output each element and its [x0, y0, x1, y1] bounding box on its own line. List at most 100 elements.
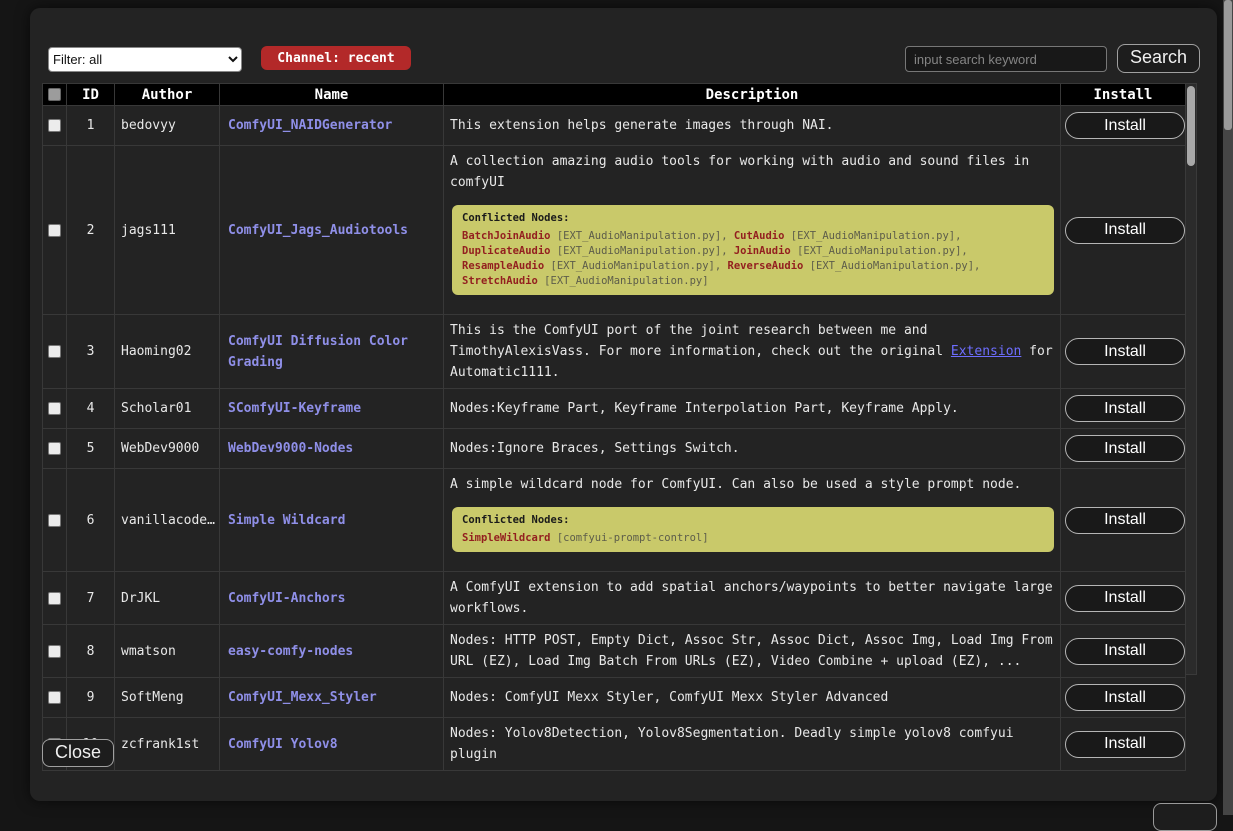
- install-button[interactable]: Install: [1065, 731, 1185, 758]
- description-link[interactable]: Extension: [951, 344, 1021, 359]
- install-button[interactable]: Install: [1065, 684, 1185, 711]
- row-install-cell: Install: [1061, 429, 1186, 469]
- column-header-author: Author: [115, 84, 220, 106]
- row-id: 4: [67, 389, 115, 429]
- browser-scrollbar[interactable]: [1223, 0, 1233, 815]
- row-checkbox[interactable]: [48, 402, 61, 415]
- install-button[interactable]: Install: [1065, 338, 1185, 365]
- row-checkbox[interactable]: [48, 224, 61, 237]
- row-author: WebDev9000: [115, 429, 220, 469]
- description-text: Nodes: Yolov8Detection, Yolov8Segmentati…: [450, 723, 1058, 765]
- conflict-node-source: [EXT_AudioManipulation.py],: [803, 260, 980, 272]
- filter-select[interactable]: Filter: all: [48, 47, 242, 72]
- row-name-cell: Simple Wildcard: [220, 469, 444, 572]
- row-install-cell: Install: [1061, 625, 1186, 678]
- channel-badge: Channel: recent: [261, 46, 411, 70]
- conflict-node-source: [EXT_AudioManipulation.py],: [551, 245, 734, 257]
- table-row: 8wmatsoneasy-comfy-nodesNodes: HTTP POST…: [43, 625, 1186, 678]
- row-id: 1: [67, 106, 115, 146]
- row-description: Nodes:Ignore Braces, Settings Switch.: [444, 429, 1061, 469]
- install-button[interactable]: Install: [1065, 507, 1185, 534]
- node-name-link[interactable]: ComfyUI_NAIDGenerator: [228, 118, 392, 133]
- description-text: This is the ComfyUI port of the joint re…: [450, 320, 1058, 383]
- conflict-node-name: BatchJoinAudio: [462, 230, 551, 242]
- close-button[interactable]: Close: [42, 739, 114, 767]
- row-id: 6: [67, 469, 115, 572]
- description-text: A simple wildcard node for ComfyUI. Can …: [450, 474, 1058, 495]
- row-checkbox-cell: [43, 315, 67, 389]
- install-custom-nodes-dialog: Filter: all Channel: recent Search ID Au…: [30, 8, 1217, 801]
- row-checkbox[interactable]: [48, 645, 61, 658]
- row-checkbox[interactable]: [48, 345, 61, 358]
- search-button[interactable]: Search: [1117, 44, 1200, 73]
- install-button[interactable]: Install: [1065, 638, 1185, 665]
- node-name-link[interactable]: ComfyUI Yolov8: [228, 737, 338, 752]
- install-button[interactable]: Install: [1065, 395, 1185, 422]
- node-name-link[interactable]: WebDev9000-Nodes: [228, 441, 353, 456]
- select-all-checkbox[interactable]: [48, 88, 61, 101]
- install-button[interactable]: Install: [1065, 112, 1185, 139]
- table-row: 10zcfrank1stComfyUI Yolov8Nodes: Yolov8D…: [43, 718, 1186, 771]
- description-text: A collection amazing audio tools for wor…: [450, 151, 1058, 193]
- browser-scrollbar-thumb[interactable]: [1224, 0, 1232, 130]
- table-row: 5WebDev9000WebDev9000-NodesNodes:Ignore …: [43, 429, 1186, 469]
- node-name-link[interactable]: ComfyUI_Mexx_Styler: [228, 690, 377, 705]
- row-id: 9: [67, 678, 115, 718]
- column-header-install: Install: [1061, 84, 1186, 106]
- conflict-node-source: [comfyui-prompt-control]: [551, 532, 709, 544]
- node-name-link[interactable]: easy-comfy-nodes: [228, 644, 353, 659]
- conflict-title: Conflicted Nodes:: [462, 513, 1044, 528]
- table-scrollbar[interactable]: [1185, 83, 1197, 675]
- row-description: Nodes: ComfyUI Mexx Styler, ComfyUI Mexx…: [444, 678, 1061, 718]
- table-header-row: ID Author Name Description Install: [43, 84, 1186, 106]
- row-checkbox[interactable]: [48, 592, 61, 605]
- install-button[interactable]: Install: [1065, 435, 1185, 462]
- row-checkbox-cell: [43, 625, 67, 678]
- row-author: Scholar01: [115, 389, 220, 429]
- conflict-node-source: [EXT_AudioManipulation.py],: [551, 230, 734, 242]
- row-checkbox[interactable]: [48, 691, 61, 704]
- node-name-link[interactable]: ComfyUI Diffusion Color Grading: [228, 334, 408, 370]
- install-button[interactable]: Install: [1065, 217, 1185, 244]
- description-text: Nodes: HTTP POST, Empty Dict, Assoc Str,…: [450, 630, 1058, 672]
- description-text: A ComfyUI extension to add spatial ancho…: [450, 577, 1058, 619]
- node-name-link[interactable]: ComfyUI_Jags_Audiotools: [228, 223, 408, 238]
- row-name-cell: easy-comfy-nodes: [220, 625, 444, 678]
- node-name-link[interactable]: ComfyUI-Anchors: [228, 591, 345, 606]
- nodes-table-body: 1bedovyyComfyUI_NAIDGeneratorThis extens…: [43, 106, 1186, 771]
- node-name-link[interactable]: SComfyUI-Keyframe: [228, 401, 361, 416]
- row-checkbox-cell: [43, 469, 67, 572]
- row-description: A simple wildcard node for ComfyUI. Can …: [444, 469, 1061, 572]
- conflict-node-name: DuplicateAudio: [462, 245, 551, 257]
- conflict-node-name: StretchAudio: [462, 275, 538, 287]
- row-checkbox-cell: [43, 146, 67, 315]
- column-header-id: ID: [67, 84, 115, 106]
- conflict-node-source: [EXT_AudioManipulation.py],: [544, 260, 727, 272]
- row-author: wmatson: [115, 625, 220, 678]
- row-name-cell: ComfyUI Diffusion Color Grading: [220, 315, 444, 389]
- conflict-node-name: ResampleAudio: [462, 260, 544, 272]
- description-text: Nodes:Keyframe Part, Keyframe Interpolat…: [450, 398, 1058, 419]
- background-partial-button: [1153, 803, 1217, 831]
- row-author: vanillacode…: [115, 469, 220, 572]
- table-header: ID Author Name Description Install: [43, 84, 1186, 106]
- row-checkbox-cell: [43, 389, 67, 429]
- conflict-node-source: [EXT_AudioManipulation.py],: [784, 230, 961, 242]
- table-scrollbar-thumb[interactable]: [1187, 86, 1195, 166]
- row-checkbox[interactable]: [48, 119, 61, 132]
- row-checkbox[interactable]: [48, 442, 61, 455]
- row-name-cell: ComfyUI_Mexx_Styler: [220, 678, 444, 718]
- table-row: 1bedovyyComfyUI_NAIDGeneratorThis extens…: [43, 106, 1186, 146]
- search-input[interactable]: [905, 46, 1107, 72]
- row-author: jags111: [115, 146, 220, 315]
- row-author: bedovyy: [115, 106, 220, 146]
- node-name-link[interactable]: Simple Wildcard: [228, 513, 345, 528]
- row-checkbox[interactable]: [48, 514, 61, 527]
- conflict-node-name: CutAudio: [734, 230, 785, 242]
- row-install-cell: Install: [1061, 678, 1186, 718]
- conflict-title: Conflicted Nodes:: [462, 211, 1044, 226]
- conflict-node-source: [EXT_AudioManipulation.py],: [791, 245, 968, 257]
- row-author: SoftMeng: [115, 678, 220, 718]
- install-button[interactable]: Install: [1065, 585, 1185, 612]
- row-checkbox-cell: [43, 678, 67, 718]
